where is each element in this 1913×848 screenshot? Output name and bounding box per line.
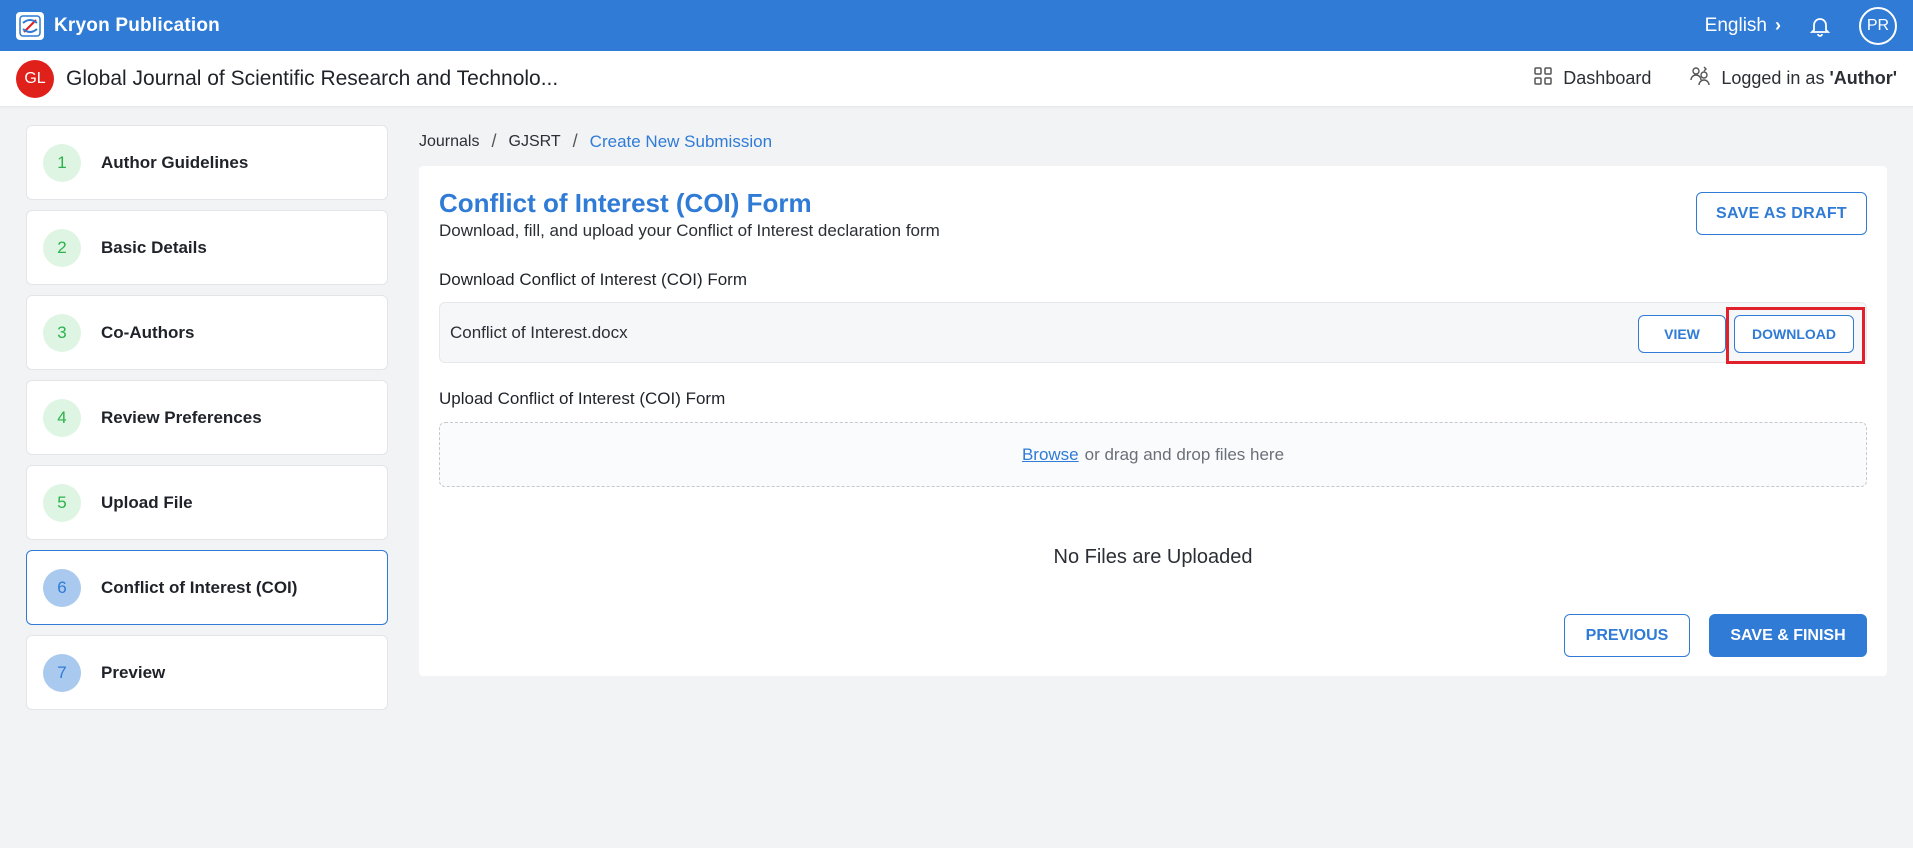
grid-icon: [1533, 66, 1553, 91]
save-as-draft-button[interactable]: SAVE AS DRAFT: [1696, 192, 1867, 235]
coi-template-file-row: Conflict of Interest.docx VIEW DOWNLOAD: [439, 302, 1867, 364]
brand-name: Kryon Publication: [54, 14, 220, 36]
logged-in-text: Logged in as 'Author': [1721, 68, 1897, 88]
file-name: Conflict of Interest.docx: [450, 322, 628, 342]
users-switch-icon: [1689, 65, 1711, 92]
language-label: English: [1704, 14, 1767, 36]
form-subtitle: Download, fill, and upload your Conflict…: [439, 221, 940, 240]
step-upload-file[interactable]: 5 Upload File: [26, 465, 388, 540]
breadcrumb-gjsrt[interactable]: GJSRT: [509, 133, 561, 151]
brand-logo-icon: [16, 11, 44, 40]
breadcrumb-journals[interactable]: Journals: [419, 133, 479, 151]
submission-steps: 1 Author Guidelines 2 Basic Details 3 Co…: [26, 125, 388, 720]
browse-link[interactable]: Browse: [1022, 445, 1079, 465]
brand[interactable]: Kryon Publication: [16, 11, 220, 40]
previous-button[interactable]: PREVIOUS: [1564, 614, 1690, 657]
step-number: 2: [43, 228, 81, 267]
dashboard-link[interactable]: Dashboard: [1533, 66, 1651, 91]
step-number: 1: [43, 143, 81, 182]
step-co-authors[interactable]: 3 Co-Authors: [26, 295, 388, 370]
breadcrumb: Journals / GJSRT / Create New Submission: [419, 131, 772, 152]
step-number: 6: [43, 568, 81, 607]
coi-form-card: Conflict of Interest (COI) Form Download…: [419, 166, 1887, 676]
journal-header: GL Global Journal of Scientific Research…: [0, 51, 1913, 107]
step-preview[interactable]: 7 Preview: [26, 635, 388, 710]
language-selector[interactable]: English ›: [1705, 15, 1781, 37]
journal-logo: GL: [16, 59, 54, 98]
save-and-finish-button[interactable]: SAVE & FINISH: [1709, 614, 1867, 657]
no-files-message: No Files are Uploaded: [1053, 546, 1253, 568]
breadcrumb-separator: /: [491, 131, 497, 151]
journal-title: Global Journal of Scientific Research an…: [66, 66, 559, 90]
step-basic-details[interactable]: 2 Basic Details: [26, 210, 388, 285]
step-label: Conflict of Interest (COI): [101, 577, 298, 597]
user-avatar[interactable]: PR: [1859, 6, 1897, 45]
step-number: 4: [43, 398, 81, 437]
chevron-right-icon: ›: [1775, 15, 1781, 35]
bell-icon[interactable]: [1807, 13, 1833, 39]
file-dropzone[interactable]: Browse or drag and drop files here: [439, 422, 1867, 487]
step-label: Review Preferences: [101, 407, 262, 427]
step-number: 7: [43, 653, 81, 692]
dashboard-label: Dashboard: [1563, 68, 1652, 88]
step-label: Upload File: [101, 492, 193, 512]
breadcrumb-separator: /: [572, 131, 578, 151]
upload-section-label: Upload Conflict of Interest (COI) Form: [439, 389, 726, 408]
step-author-guidelines[interactable]: 1 Author Guidelines: [26, 125, 388, 200]
step-conflict-of-interest[interactable]: 6 Conflict of Interest (COI): [26, 550, 388, 625]
breadcrumb-current: Create New Submission: [589, 131, 773, 151]
step-number: 5: [43, 483, 81, 522]
step-label: Preview: [101, 662, 166, 682]
top-app-bar: Kryon Publication English › PR: [0, 0, 1913, 51]
form-title: Conflict of Interest (COI) Form: [439, 188, 812, 218]
step-review-preferences[interactable]: 4 Review Preferences: [26, 380, 388, 455]
view-button[interactable]: VIEW: [1638, 315, 1726, 353]
step-label: Co-Authors: [101, 322, 195, 342]
step-label: Author Guidelines: [101, 152, 249, 172]
download-section-label: Download Conflict of Interest (COI) Form: [439, 270, 747, 289]
drop-text: or drag and drop files here: [1084, 444, 1285, 464]
download-button[interactable]: DOWNLOAD: [1734, 315, 1854, 353]
step-number: 3: [43, 313, 81, 352]
role-switcher[interactable]: Logged in as 'Author': [1689, 65, 1897, 92]
step-label: Basic Details: [101, 237, 207, 257]
